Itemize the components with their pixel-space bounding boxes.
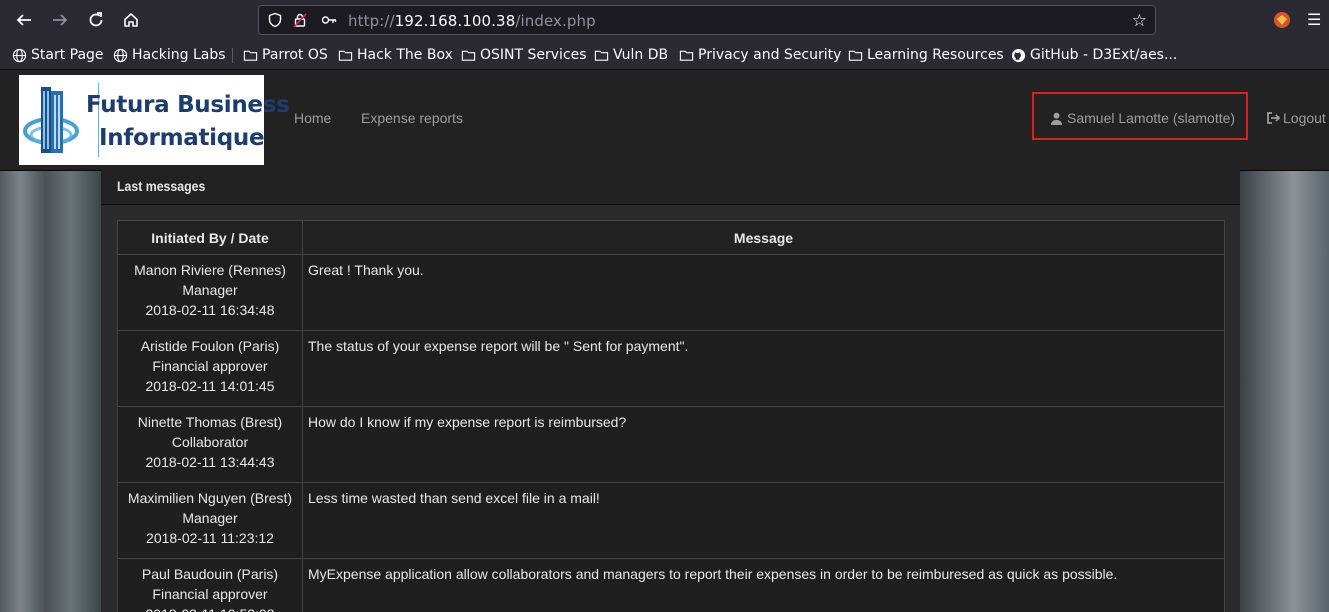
message-cell: MyExpense application allow collaborator…	[302, 558, 1225, 612]
bookmark-folder-parrot-os[interactable]: Parrot OS	[243, 45, 328, 65]
extension-icon[interactable]	[1272, 10, 1292, 30]
message-cell: Less time wasted than send excel file in…	[302, 482, 1225, 559]
initiator-cell: Paul Baudouin (Paris) Financial approver…	[117, 558, 303, 612]
bookmark-label: Learning Resources	[867, 47, 1004, 63]
initiator-role: Manager	[182, 282, 238, 298]
bookmark-folder-learning-resources[interactable]: Learning Resources	[848, 45, 1004, 65]
user-profile-link[interactable]: Samuel Lamotte (slamotte)	[1050, 110, 1235, 126]
message-date: 2018-02-11 11:23:12	[146, 530, 274, 546]
table-header-row: Initiated By / Date Message	[117, 220, 1225, 255]
logo-text-line2: Informatique	[99, 125, 265, 151]
bookmark-folder-vuln-db[interactable]: Vuln DB	[594, 45, 668, 65]
initiator-name: Paul Baudouin (Paris)	[141, 566, 279, 582]
table-row: Aristide Foulon (Paris) Financial approv…	[117, 330, 1225, 407]
bookmark-folder-hack-the-box[interactable]: Hack The Box	[338, 45, 453, 65]
insecure-lock-icon[interactable]	[292, 12, 308, 28]
bookmark-label: Privacy and Security	[698, 47, 842, 63]
message-date: 2018-02-11 14:01:45	[145, 378, 275, 394]
building-logo-icon	[23, 87, 79, 153]
bookmark-hacking-labs[interactable]: Hacking Labs	[113, 45, 226, 65]
bookmark-start-page[interactable]: Start Page	[12, 45, 104, 65]
bookmark-label: Hack The Box	[357, 47, 453, 63]
initiator-cell: Maximilien Nguyen (Brest) Manager 2018-0…	[117, 482, 303, 559]
folder-icon	[848, 50, 863, 61]
url-path: /index.php	[515, 12, 596, 30]
initiator-name: Manon Riviere (Rennes)	[134, 262, 286, 278]
bookmark-folder-privacy-security[interactable]: Privacy and Security	[679, 45, 841, 65]
url-bar[interactable]: http://192.168.100.38/index.php ☆	[258, 5, 1156, 35]
initiator-role: Financial approver	[152, 358, 268, 374]
folder-icon	[461, 50, 476, 61]
background-curtain-left	[0, 170, 101, 612]
bookmark-label: Parrot OS	[262, 47, 328, 63]
bookmark-star-icon[interactable]: ☆	[1132, 11, 1147, 31]
nav-home-link[interactable]: Home	[294, 110, 331, 126]
globe-icon	[12, 48, 27, 62]
logo-text-line1: Futura Business	[86, 92, 290, 118]
site-header: Futura Business Informatique Home Expens…	[0, 70, 1329, 171]
folder-icon	[243, 50, 258, 61]
nav-expense-reports-link[interactable]: Expense reports	[361, 110, 463, 126]
logout-label: Logout	[1283, 110, 1326, 126]
table-row: Paul Baudouin (Paris) Financial approver…	[117, 558, 1225, 612]
web-page: Futura Business Informatique Home Expens…	[0, 70, 1329, 612]
reload-icon[interactable]	[84, 8, 108, 32]
logout-icon	[1267, 112, 1280, 124]
back-icon[interactable]	[12, 8, 36, 32]
company-logo[interactable]: Futura Business Informatique	[19, 75, 290, 165]
globe-icon	[113, 48, 128, 62]
github-icon	[1011, 48, 1026, 62]
message-cell: How do I know if my expense report is re…	[302, 406, 1225, 483]
bookmark-github[interactable]: GitHub - D3Ext/aes...	[1011, 45, 1177, 65]
url-host: 192.168.100.38	[394, 12, 516, 30]
table-row: Maximilien Nguyen (Brest) Manager 2018-0…	[117, 482, 1225, 559]
initiator-cell: Aristide Foulon (Paris) Financial approv…	[117, 330, 303, 407]
initiator-name: Ninette Thomas (Brest)	[137, 414, 283, 430]
logout-link[interactable]: Logout	[1266, 110, 1326, 126]
initiator-name: Aristide Foulon (Paris)	[140, 338, 280, 354]
initiator-cell: Ninette Thomas (Brest) Collaborator 2018…	[117, 406, 303, 483]
shield-icon[interactable]	[267, 12, 283, 28]
message-cell: The status of your expense report will b…	[302, 330, 1225, 407]
table-row: Manon Riviere (Rennes) Manager 2018-02-1…	[117, 254, 1225, 331]
browser-toolbar: http://192.168.100.38/index.php ☆ ☰	[0, 0, 1329, 40]
message-cell: Great ! Thank you.	[302, 254, 1225, 331]
initiator-name: Maximilien Nguyen (Brest)	[127, 490, 293, 506]
url-text[interactable]: http://192.168.100.38/index.php	[348, 12, 596, 30]
bookmark-folder-osint-services[interactable]: OSINT Services	[461, 45, 587, 65]
bookmark-label: Vuln DB	[613, 47, 669, 63]
forward-icon[interactable]	[48, 8, 72, 32]
folder-icon	[594, 50, 609, 61]
panel-title: Last messages	[117, 178, 206, 194]
bookmark-label: OSINT Services	[480, 47, 587, 63]
background-curtain-right	[1240, 170, 1329, 612]
column-header-initiated: Initiated By / Date	[117, 220, 303, 255]
key-icon[interactable]	[321, 12, 337, 28]
folder-icon	[679, 50, 694, 61]
initiator-cell: Manon Riviere (Rennes) Manager 2018-02-1…	[117, 254, 303, 331]
bookmarks-separator	[232, 48, 233, 63]
message-date: 2018-02-11 10:52:08	[123, 604, 297, 612]
initiator-role: Manager	[182, 510, 238, 526]
folder-icon	[338, 50, 353, 61]
bookmarks-bar: Start Page Hacking Labs Parrot OS Hack T…	[0, 40, 1329, 70]
home-icon[interactable]	[119, 8, 143, 32]
last-messages-panel: Last messages Initiated By / Date Messag…	[101, 170, 1240, 612]
message-date: 2018-02-11 16:34:48	[145, 302, 275, 318]
user-name: Samuel Lamotte (slamotte)	[1067, 110, 1236, 126]
initiator-role: Collaborator	[171, 434, 249, 450]
messages-table: Initiated By / Date Message Manon Rivier…	[117, 220, 1225, 612]
table-row: Ninette Thomas (Brest) Collaborator 2018…	[117, 406, 1225, 483]
message-date: 2018-02-11 13:44:43	[145, 454, 275, 470]
panel-heading: Last messages	[101, 170, 1240, 205]
bookmark-label: Start Page	[31, 47, 104, 63]
hamburger-menu-icon[interactable]: ☰	[1307, 10, 1321, 30]
bookmark-label: GitHub - D3Ext/aes...	[1030, 47, 1178, 63]
user-icon	[1050, 112, 1063, 125]
initiator-role: Financial approver	[152, 586, 268, 602]
url-scheme: http://	[348, 12, 395, 30]
column-header-message: Message	[302, 220, 1225, 255]
bookmark-label: Hacking Labs	[132, 47, 226, 63]
